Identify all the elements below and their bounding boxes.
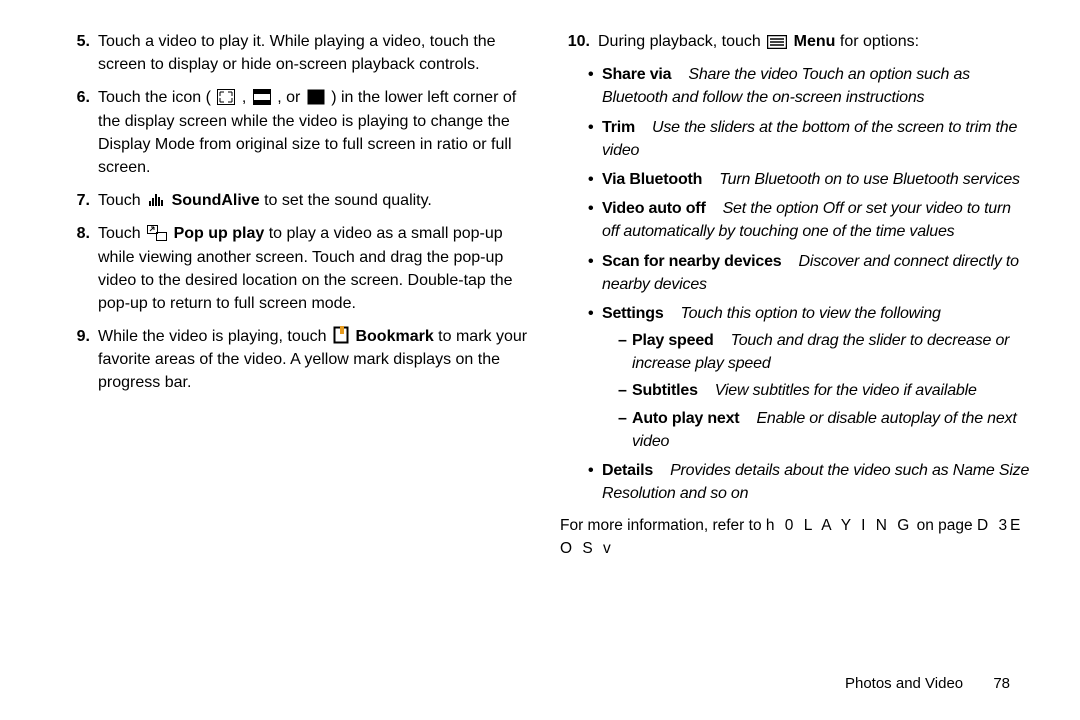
text-italic: Turn Bluetooth on to use Bluetooth servi…	[719, 171, 1020, 188]
list-item: Share via Share the video Touch an optio…	[588, 63, 1030, 109]
text: on page	[917, 517, 973, 534]
right-column: 10. During playback, touch Menu for opti…	[560, 30, 1030, 560]
text: ,	[242, 89, 251, 106]
text-bold: Subtitles	[632, 382, 698, 399]
text-italic: View subtitles for the video if availabl…	[715, 382, 977, 399]
text-bold: Settings	[602, 305, 664, 322]
list-item: Via Bluetooth Turn Bluetooth on to use B…	[588, 168, 1030, 191]
step-8: 8. Touch Pop up play to play a video as …	[60, 222, 530, 315]
step-10: 10. During playback, touch Menu for opti…	[560, 30, 1030, 53]
text-italic: Use the sliders at the bottom of the scr…	[602, 119, 1017, 159]
list-item: Trim Use the sliders at the bottom of th…	[588, 116, 1030, 162]
text-bold: SoundAlive	[172, 192, 260, 209]
text-bold: Via Bluetooth	[602, 171, 702, 188]
text: During playback, touch	[598, 33, 765, 50]
list-item: Details Provides details about the video…	[588, 459, 1030, 505]
step-9: 9. While the video is playing, touch Boo…	[60, 325, 530, 395]
text-bold: Play speed	[632, 332, 714, 349]
fit-screen-icon	[217, 89, 235, 105]
popup-play-icon	[147, 225, 167, 241]
soundalive-icon	[147, 192, 165, 208]
text-bold: Bookmark	[355, 328, 433, 345]
list-item: Auto play next Enable or disable autopla…	[618, 407, 1030, 453]
left-column: 5. Touch a video to play it. While playi…	[60, 30, 530, 405]
text-bold: Pop up play	[174, 225, 265, 242]
list-item: Subtitles View subtitles for the video i…	[618, 379, 1030, 402]
text: For more information, refer to	[560, 517, 766, 534]
step-number: 8.	[60, 222, 90, 315]
text: While the video is playing, touch	[98, 328, 331, 345]
list-item-settings: Settings Touch this option to view the f…	[588, 302, 1030, 453]
step-6: 6. Touch the icon ( , , or ) in the lowe…	[60, 86, 530, 179]
step-text: Touch the icon ( , , or ) in the lower l…	[98, 86, 530, 179]
text: Touch	[98, 225, 145, 242]
full-screen-icon	[307, 89, 325, 105]
manual-page: 5. Touch a video to play it. While playi…	[0, 0, 1080, 720]
text-garbled: h 0 L A Y I N G	[766, 517, 912, 534]
page-footer: Photos and Video 78	[845, 675, 1010, 692]
step-text: Touch a video to play it. While playing …	[98, 30, 530, 76]
menu-options-list: Share via Share the video Touch an optio…	[588, 63, 1030, 505]
text-bold: Details	[602, 462, 653, 479]
step-number: 10.	[560, 30, 590, 53]
section-title: Photos and Video	[845, 675, 963, 692]
settings-sublist: Play speed Touch and drag the slider to …	[618, 329, 1030, 453]
step-number: 7.	[60, 189, 90, 212]
step-text: During playback, touch Menu for options:	[598, 30, 1030, 53]
more-info-line: For more information, refer to h 0 L A Y…	[560, 515, 1030, 560]
step-text: Touch Pop up play to play a video as a s…	[98, 222, 530, 315]
page-number: 78	[993, 675, 1010, 692]
text-italic: Provides details about the video such as…	[602, 462, 1029, 502]
list-item: Video auto off Set the option Off or set…	[588, 197, 1030, 243]
text: , or	[277, 89, 305, 106]
text: Touch the icon (	[98, 89, 211, 106]
step-number: 9.	[60, 325, 90, 395]
text: Touch	[98, 192, 145, 209]
step-text: While the video is playing, touch Bookma…	[98, 325, 530, 395]
text-bold: Scan for nearby devices	[602, 253, 782, 270]
step-number: 6.	[60, 86, 90, 179]
step-5: 5. Touch a video to play it. While playi…	[60, 30, 530, 76]
text-bold: Share via	[602, 66, 671, 83]
text-bold: Video auto off	[602, 200, 706, 217]
text: for options:	[840, 33, 919, 50]
list-item: Scan for nearby devices Discover and con…	[588, 250, 1030, 296]
text-bold: Auto play next	[632, 410, 739, 427]
letterbox-icon	[253, 89, 271, 105]
step-text: Touch SoundAlive to set the sound qualit…	[98, 189, 530, 212]
text: to set the sound quality.	[264, 192, 432, 209]
step-number: 5.	[60, 30, 90, 76]
text-bold: Trim	[602, 119, 635, 136]
list-item: Play speed Touch and drag the slider to …	[618, 329, 1030, 375]
text-bold: Menu	[794, 33, 836, 50]
text-italic: Touch this option to view the following	[681, 305, 941, 322]
menu-icon	[767, 35, 787, 49]
bookmark-icon	[333, 326, 349, 344]
step-7: 7. Touch SoundAlive to set the sound qua…	[60, 189, 530, 212]
